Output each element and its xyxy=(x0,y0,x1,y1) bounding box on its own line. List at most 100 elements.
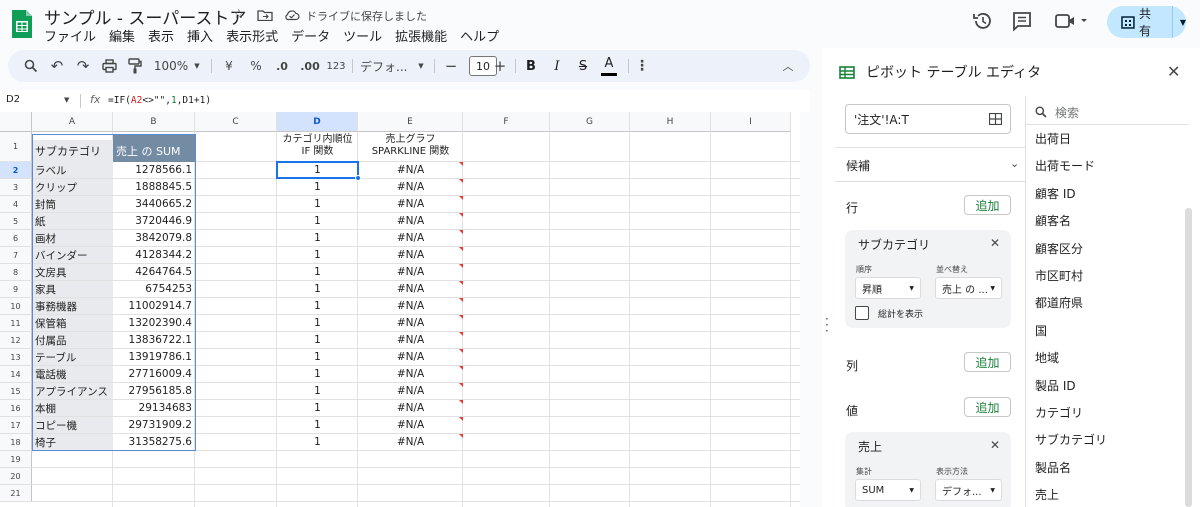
cell-subcategory[interactable]: 紙 xyxy=(32,213,113,229)
row-header[interactable]: 9 xyxy=(0,281,32,298)
fill-handle[interactable] xyxy=(355,175,361,181)
add-row-button[interactable]: 追加 xyxy=(964,195,1011,215)
cell-rank[interactable]: 1 xyxy=(277,247,358,263)
row-header[interactable]: 8 xyxy=(0,264,32,281)
formula-input[interactable]: =IF(A2<>"",1,D1+1) xyxy=(108,95,211,106)
cell-sparkline[interactable]: #N/A xyxy=(358,417,463,433)
menu-item-view[interactable]: 表示 xyxy=(148,26,174,45)
cell-sales-sum[interactable]: 4128344.2 xyxy=(113,247,195,263)
show-totals-checkbox[interactable] xyxy=(855,306,869,320)
cell-sparkline[interactable]: #N/A xyxy=(358,247,463,263)
cell-subcategory[interactable]: 封筒 xyxy=(32,196,113,212)
cell-subcategory[interactable]: アプライアンス xyxy=(32,383,113,399)
paint-format-icon[interactable] xyxy=(128,58,142,74)
row-header[interactable]: 19 xyxy=(0,451,32,468)
sheets-logo[interactable] xyxy=(10,8,34,40)
row-header[interactable]: 11 xyxy=(0,315,32,332)
cell-subcategory[interactable]: ラベル xyxy=(32,162,113,178)
cell-rank[interactable]: 1 xyxy=(277,213,358,229)
zoom-select[interactable]: 100% xyxy=(154,50,188,82)
cell-rank[interactable]: 1 xyxy=(277,400,358,416)
row-header[interactable]: 6 xyxy=(0,230,32,247)
field-item[interactable]: 地域 xyxy=(1035,349,1059,366)
column-header-b[interactable]: B xyxy=(113,112,195,132)
row-header[interactable]: 21 xyxy=(0,485,32,502)
field-item[interactable]: 売上 xyxy=(1035,486,1059,503)
cell-sparkline[interactable]: #N/A xyxy=(358,213,463,229)
column-header-c[interactable]: C xyxy=(195,112,277,132)
column-header-d[interactable]: D xyxy=(277,112,358,132)
cell-rank[interactable]: 1 xyxy=(277,383,358,399)
close-icon[interactable]: ✕ xyxy=(1167,62,1180,81)
currency-format-button[interactable]: ¥ xyxy=(222,50,236,82)
cell-subcategory[interactable]: 本棚 xyxy=(32,400,113,416)
name-box[interactable]: D2 xyxy=(6,94,20,105)
field-search-input[interactable]: 検索 xyxy=(1055,104,1079,121)
cell-sparkline[interactable]: #N/A xyxy=(358,400,463,416)
text-color-button[interactable]: A xyxy=(601,54,617,76)
redo-icon[interactable]: ↷ xyxy=(76,50,90,82)
font-size-increase-button[interactable]: + xyxy=(493,50,507,82)
field-item[interactable]: 顧客名 xyxy=(1035,212,1071,229)
cell-sparkline[interactable]: #N/A xyxy=(358,315,463,331)
select-range-grid-icon[interactable] xyxy=(989,113,1002,125)
row-header[interactable]: 14 xyxy=(0,366,32,383)
row-header[interactable]: 1 xyxy=(0,132,32,162)
undo-icon[interactable]: ↶ xyxy=(50,50,64,82)
more-formats-button[interactable]: 123 xyxy=(326,50,346,82)
menu-item-help[interactable]: ヘルプ xyxy=(460,26,499,45)
cell-rank[interactable]: 1 xyxy=(277,196,358,212)
cell-subcategory[interactable]: クリップ xyxy=(32,179,113,195)
row-header[interactable]: 18 xyxy=(0,434,32,451)
font-select[interactable]: デフォ... xyxy=(360,50,410,82)
remove-value-field-icon[interactable]: ✕ xyxy=(990,438,1000,452)
collapse-toolbar-icon[interactable]: ︿ xyxy=(780,50,796,82)
field-item[interactable]: 顧客区分 xyxy=(1035,240,1083,257)
cell-subcategory[interactable]: 文房具 xyxy=(32,264,113,280)
row-header[interactable]: 10 xyxy=(0,298,32,315)
row-header[interactable]: 3 xyxy=(0,179,32,196)
cell-sales-sum[interactable]: 4264764.5 xyxy=(113,264,195,280)
field-item[interactable]: カテゴリ xyxy=(1035,404,1083,421)
row-header[interactable]: 4 xyxy=(0,196,32,213)
field-item[interactable]: 出荷日 xyxy=(1035,130,1071,147)
cell-sales-sum[interactable]: 3440665.2 xyxy=(113,196,195,212)
row-header[interactable]: 16 xyxy=(0,400,32,417)
column-header-h[interactable]: H xyxy=(630,112,711,132)
cell-rank[interactable]: 1 xyxy=(277,298,358,314)
cell-sales-sum[interactable]: 6754253 xyxy=(113,281,195,297)
row-header[interactable]: 17 xyxy=(0,417,32,434)
cell-subcategory[interactable]: 事務機器 xyxy=(32,298,113,314)
cell-rank[interactable]: 1 xyxy=(277,281,358,297)
cell-subcategory[interactable]: 電話機 xyxy=(32,366,113,382)
cell-sales-sum[interactable]: 11002914.7 xyxy=(113,298,195,314)
select-all-corner[interactable] xyxy=(0,112,32,132)
star-icon[interactable]: ☆ xyxy=(233,7,245,22)
italic-button[interactable]: I xyxy=(550,50,564,82)
field-item[interactable]: サブカテゴリ xyxy=(1035,431,1107,448)
share-button[interactable]: 共有 ▼ xyxy=(1107,6,1186,38)
cloud-saved-icon[interactable] xyxy=(284,9,300,21)
cell-subcategory[interactable]: バインダー xyxy=(32,247,113,263)
cell-sparkline[interactable]: #N/A xyxy=(358,196,463,212)
cell-subcategory[interactable]: 画材 xyxy=(32,230,113,246)
field-item[interactable]: 都道府県 xyxy=(1035,294,1083,311)
cell-sales-sum[interactable]: 29731909.2 xyxy=(113,417,195,433)
cell-subcategory[interactable]: 家具 xyxy=(32,281,113,297)
cell-sales-sum[interactable]: 1278566.1 xyxy=(113,162,195,178)
column-header-i[interactable]: I xyxy=(711,112,791,132)
cell-subcategory[interactable]: テーブル xyxy=(32,349,113,365)
cell-sales-sum[interactable]: 13836722.1 xyxy=(113,332,195,348)
field-item[interactable]: 製品 ID xyxy=(1035,377,1076,394)
menu-item-edit[interactable]: 編集 xyxy=(109,26,135,45)
menu-item-extensions[interactable]: 拡張機能 xyxy=(395,26,447,45)
cell-subcategory[interactable]: 保管箱 xyxy=(32,315,113,331)
cell-sales-sum[interactable]: 3842079.8 xyxy=(113,230,195,246)
font-size-decrease-button[interactable]: − xyxy=(444,50,458,82)
row-header[interactable]: 5 xyxy=(0,213,32,230)
row-header[interactable]: 12 xyxy=(0,332,32,349)
cell-sales-sum[interactable]: 27716009.4 xyxy=(113,366,195,382)
cell-rank[interactable]: 1 xyxy=(277,162,358,178)
data-range-input[interactable]: '注文'!A:T xyxy=(845,104,1011,134)
chevron-down-icon[interactable]: ⌄ xyxy=(1010,157,1019,170)
